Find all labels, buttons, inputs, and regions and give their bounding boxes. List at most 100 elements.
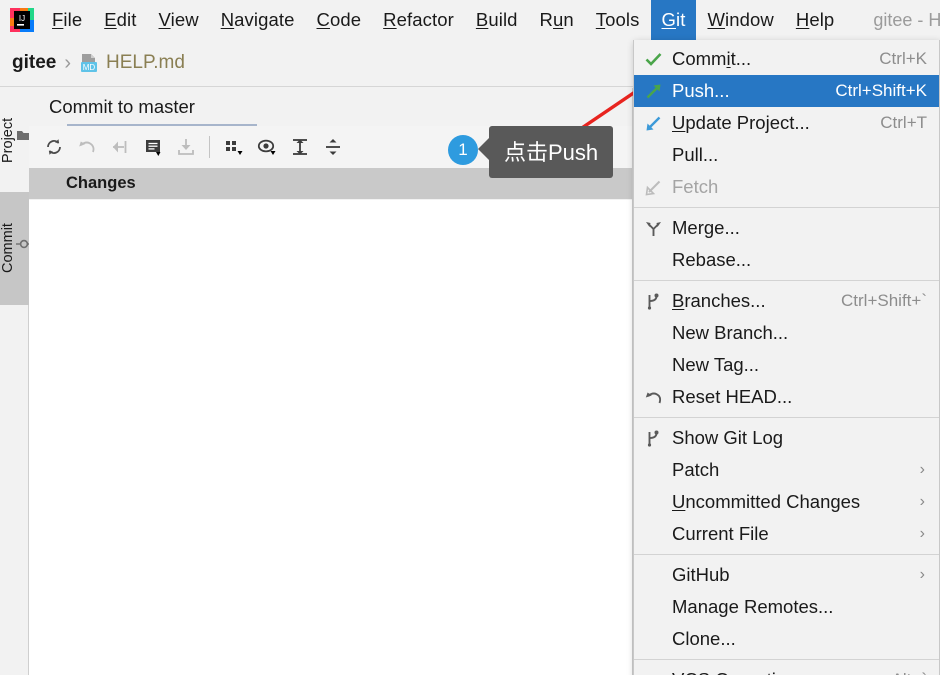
menu-item-show-git-log[interactable]: Show Git Log <box>634 422 939 454</box>
menu-item-patch-label: Patch <box>672 459 720 480</box>
branch-icon <box>634 292 672 311</box>
menu-item-update-project[interactable]: Update Project... Ctrl+T <box>634 107 939 139</box>
expand-all-button[interactable] <box>283 131 316 164</box>
menu-window[interactable]: Window <box>696 0 784 40</box>
menu-item-merge-label: Merge... <box>672 217 740 238</box>
menu-item-branches-label: Branches... <box>672 290 766 311</box>
ide-window: IJ File Edit View Navigate Code Refactor… <box>0 0 940 675</box>
chevron-right-icon: › <box>919 525 925 542</box>
menu-item-commit-shortcut: Ctrl+K <box>879 49 927 68</box>
commit-message-history-button[interactable] <box>136 131 169 164</box>
menu-item-push[interactable]: Push... Ctrl+Shift+K <box>634 75 939 107</box>
markdown-file-icon: MD <box>79 53 99 73</box>
menu-item-vcs-operations-label: VCS Operations <box>672 669 892 675</box>
sidebar-item-commit[interactable]: Commit <box>0 192 32 305</box>
breadcrumb-separator: › <box>64 51 72 74</box>
menu-item-patch[interactable]: Patch › <box>634 454 939 486</box>
preview-diff-button[interactable] <box>250 131 283 164</box>
menu-item-rebase[interactable]: Rebase... <box>634 244 939 276</box>
menu-tools[interactable]: Tools <box>585 0 651 40</box>
menu-item-update-project-shortcut: Ctrl+T <box>880 113 927 132</box>
menu-edit[interactable]: Edit <box>93 0 147 40</box>
refresh-changes-button[interactable] <box>37 131 70 164</box>
svg-text:IJ: IJ <box>19 14 25 23</box>
menu-code-mnemonic: C <box>316 9 330 30</box>
rollback-button[interactable] <box>70 131 103 164</box>
menu-item-reset-head-label: Reset HEAD... <box>672 386 793 407</box>
menu-item-manage-remotes[interactable]: Manage Remotes... <box>634 591 939 623</box>
menu-run[interactable]: Run <box>529 0 585 40</box>
menu-item-new-branch-label: New Branch... <box>672 322 789 343</box>
menu-refactor-mnemonic: R <box>383 9 397 30</box>
branch-icon <box>634 429 672 448</box>
window-title: gitee - HE <box>873 9 940 30</box>
menu-build-mnemonic: B <box>475 9 489 30</box>
menu-item-branches[interactable]: Branches... Ctrl+Shift+` <box>634 285 939 317</box>
menu-item-new-tag[interactable]: New Tag... <box>634 349 939 381</box>
commit-panel-title: Commit to master <box>49 96 195 117</box>
breadcrumb-file[interactable]: HELP.md <box>106 52 185 74</box>
menu-item-clone[interactable]: Clone... <box>634 623 939 655</box>
group-by-button[interactable] <box>217 131 250 164</box>
menu-file-mnemonic: F <box>52 9 64 30</box>
menu-file-rest: ile <box>63 9 83 30</box>
menu-item-vcs-operations-shortcut: Alt+` <box>892 670 927 675</box>
git-dropdown-menu: Commit... Ctrl+K Push... Ctrl+Shift+K Up… <box>633 40 940 675</box>
shelve-silently-button[interactable] <box>103 131 136 164</box>
menu-git[interactable]: Git <box>650 0 697 40</box>
sidebar-item-project-label: Project <box>0 117 16 163</box>
menu-edit-mnemonic: E <box>104 9 117 30</box>
main-menu-bar: IJ File Edit View Navigate Code Refactor… <box>0 0 940 40</box>
breadcrumb-project[interactable]: gitee <box>12 52 56 74</box>
chevron-right-icon: › <box>919 493 925 510</box>
menu-item-vcs-operations[interactable]: VCS Operations Alt+` <box>634 664 939 675</box>
changes-list-body <box>29 200 632 675</box>
left-tool-window-strip: Project Commit <box>0 88 32 675</box>
menu-separator <box>634 207 939 208</box>
green-check-icon <box>634 50 672 69</box>
menu-item-commit[interactable]: Commit... Ctrl+K <box>634 43 939 75</box>
menu-window-mnemonic: W <box>707 9 726 30</box>
annotation-tooltip: 点击Push <box>477 126 614 178</box>
menu-item-new-branch[interactable]: New Branch... <box>634 317 939 349</box>
menu-run-mnemonic: u <box>553 9 564 30</box>
collapse-all-button[interactable] <box>316 131 349 164</box>
menu-item-uncommitted-changes-label: Uncommitted Changes <box>672 491 861 512</box>
menu-build[interactable]: Build <box>465 0 529 40</box>
menu-item-new-tag-label: New Tag... <box>672 354 760 375</box>
menu-item-pull[interactable]: Pull... <box>634 139 939 171</box>
menu-item-reset-head[interactable]: Reset HEAD... <box>634 381 939 413</box>
annotation-step-badge: 1 <box>448 135 478 165</box>
menu-item-uncommitted-changes[interactable]: Uncommitted Changes › <box>634 486 939 518</box>
menu-view[interactable]: View <box>148 0 210 40</box>
merge-icon <box>634 219 672 238</box>
sidebar-item-commit-label: Commit <box>0 223 16 274</box>
menu-help[interactable]: Help <box>785 0 845 40</box>
menu-item-manage-remotes-label: Manage Remotes... <box>672 596 834 617</box>
menu-item-github[interactable]: GitHub › <box>634 559 939 591</box>
menu-item-current-file-label: Current File <box>672 523 769 544</box>
menu-file[interactable]: File <box>41 0 93 40</box>
intellij-idea-logo-icon: IJ <box>9 7 35 33</box>
menu-item-merge[interactable]: Merge... <box>634 212 939 244</box>
menu-tools-mnemonic: T <box>595 9 606 30</box>
menu-view-mnemonic: V <box>158 9 171 30</box>
menu-navigate[interactable]: Navigate <box>210 0 306 40</box>
menu-item-branches-shortcut: Ctrl+Shift+` <box>841 291 927 310</box>
menu-git-mnemonic: G <box>661 9 676 30</box>
menu-refactor[interactable]: Refactor <box>372 0 465 40</box>
update-project-button[interactable] <box>169 131 202 164</box>
menu-item-fetch: Fetch <box>634 171 939 203</box>
menu-separator <box>634 659 939 660</box>
blue-down-left-arrow-icon <box>634 114 672 133</box>
menu-item-fetch-label: Fetch <box>672 176 719 197</box>
sidebar-item-project[interactable]: Project <box>0 88 31 192</box>
menu-item-show-git-log-label: Show Git Log <box>672 427 784 448</box>
menu-item-rebase-label: Rebase... <box>672 249 752 270</box>
menu-code[interactable]: Code <box>306 0 373 40</box>
menu-navigate-mnemonic: N <box>220 9 235 30</box>
changes-label: Changes <box>66 174 136 192</box>
menu-separator <box>634 554 939 555</box>
menu-separator <box>634 417 939 418</box>
menu-item-current-file[interactable]: Current File › <box>634 518 939 550</box>
